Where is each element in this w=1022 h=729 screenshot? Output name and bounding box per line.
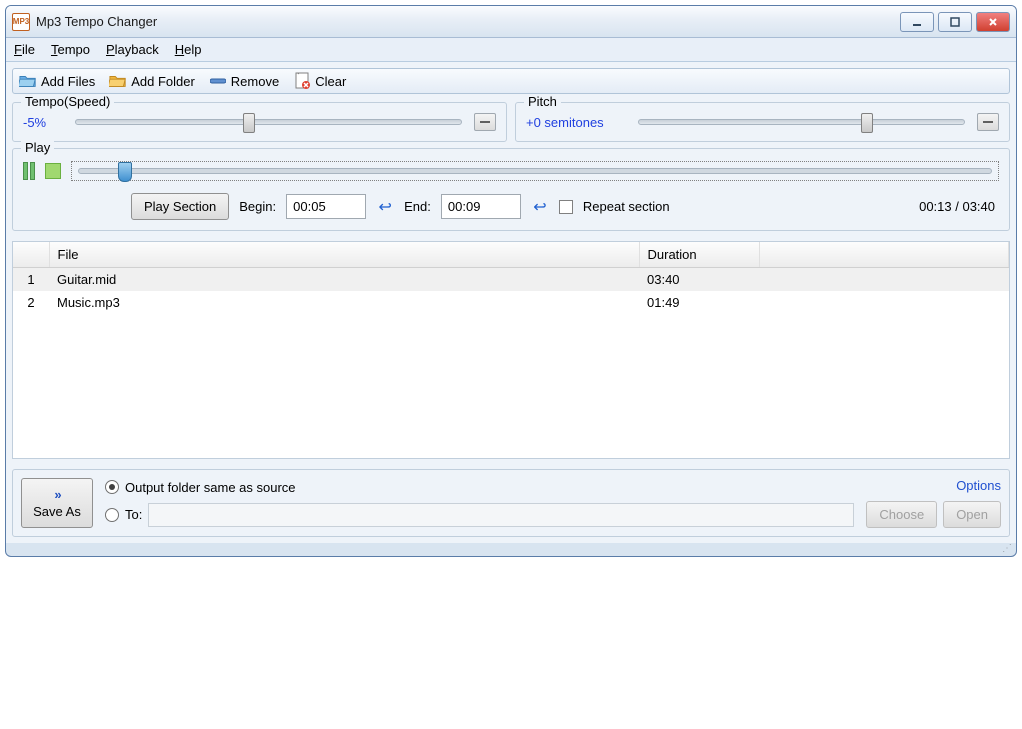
tempo-panel: Tempo(Speed) -5% <box>12 102 507 142</box>
clear-button[interactable]: Clear <box>293 73 346 89</box>
pitch-slider[interactable] <box>638 119 965 125</box>
begin-input[interactable] <box>286 194 366 219</box>
table-row[interactable]: 2Music.mp301:49 <box>13 291 1009 314</box>
toolbar: Add Files Add Folder Remove Clear <box>12 68 1010 94</box>
end-input[interactable] <box>441 194 521 219</box>
end-set-icon[interactable]: ↩ <box>531 197 549 217</box>
tempo-slider-thumb[interactable] <box>243 113 255 133</box>
output-to-label: To: <box>125 507 142 522</box>
maximize-button[interactable] <box>938 12 972 32</box>
tempo-legend: Tempo(Speed) <box>21 94 114 109</box>
row-num: 2 <box>13 291 49 314</box>
folder-icon <box>109 73 127 89</box>
save-as-label: Save As <box>33 504 81 519</box>
footer-panel: » Save As Output folder same as source T… <box>12 469 1010 537</box>
row-num: 1 <box>13 268 49 292</box>
remove-button[interactable]: Remove <box>209 73 279 89</box>
choose-button[interactable]: Choose <box>866 501 937 528</box>
open-button[interactable]: Open <box>943 501 1001 528</box>
add-folder-button[interactable]: Add Folder <box>109 73 195 89</box>
col-num-header[interactable] <box>13 242 49 268</box>
row-file: Music.mp3 <box>49 291 639 314</box>
menu-playback[interactable]: Playback <box>106 42 159 57</box>
minimize-button[interactable] <box>900 12 934 32</box>
time-display: 00:13 / 03:40 <box>919 199 999 214</box>
pitch-panel: Pitch +0 semitones <box>515 102 1010 142</box>
file-list: File Duration 1Guitar.mid03:402Music.mp3… <box>12 241 1010 459</box>
tempo-slider[interactable] <box>75 119 462 125</box>
begin-label: Begin: <box>239 199 276 214</box>
menu-help[interactable]: Help <box>175 42 202 57</box>
options-link[interactable]: Options <box>956 478 1001 493</box>
resize-grip[interactable]: ⋰ <box>6 543 1016 556</box>
progress-thumb[interactable] <box>118 162 132 182</box>
output-path-input[interactable] <box>148 503 854 527</box>
clear-icon <box>293 73 311 89</box>
row-duration: 03:40 <box>639 268 759 292</box>
menu-file[interactable]: File <box>14 42 35 57</box>
menubar: File Tempo Playback Help <box>6 38 1016 62</box>
tempo-value: -5% <box>23 115 63 130</box>
minus-icon <box>209 73 227 89</box>
tempo-reset-button[interactable] <box>474 113 496 131</box>
save-chevron-icon: » <box>54 487 59 502</box>
add-folder-label: Add Folder <box>131 74 195 89</box>
pitch-legend: Pitch <box>524 94 561 109</box>
add-files-button[interactable]: Add Files <box>19 73 95 89</box>
table-row[interactable]: 1Guitar.mid03:40 <box>13 268 1009 292</box>
app-window: MP3 Mp3 Tempo Changer File Tempo Playbac… <box>5 5 1017 557</box>
repeat-label: Repeat section <box>583 199 670 214</box>
save-as-button[interactable]: » Save As <box>21 478 93 528</box>
folder-open-icon <box>19 73 37 89</box>
end-label: End: <box>404 199 431 214</box>
row-file: Guitar.mid <box>49 268 639 292</box>
titlebar[interactable]: MP3 Mp3 Tempo Changer <box>6 6 1016 38</box>
progress-slider[interactable] <box>78 168 992 174</box>
begin-set-icon[interactable]: ↩ <box>376 197 394 217</box>
pitch-slider-thumb[interactable] <box>861 113 873 133</box>
stop-button[interactable] <box>45 163 61 179</box>
close-button[interactable] <box>976 12 1010 32</box>
app-icon: MP3 <box>12 13 30 31</box>
output-to-radio[interactable] <box>105 508 119 522</box>
play-section-button[interactable]: Play Section <box>131 193 229 220</box>
output-same-radio[interactable] <box>105 480 119 494</box>
pause-button[interactable] <box>23 162 35 180</box>
pitch-reset-button[interactable] <box>977 113 999 131</box>
clear-label: Clear <box>315 74 346 89</box>
menu-tempo[interactable]: Tempo <box>51 42 90 57</box>
col-duration-header[interactable]: Duration <box>639 242 759 268</box>
repeat-checkbox[interactable] <box>559 200 573 214</box>
play-legend: Play <box>21 140 54 155</box>
row-duration: 01:49 <box>639 291 759 314</box>
col-spacer <box>759 242 1009 268</box>
remove-label: Remove <box>231 74 279 89</box>
col-file-header[interactable]: File <box>49 242 639 268</box>
pitch-value: +0 semitones <box>526 115 626 130</box>
output-same-label: Output folder same as source <box>125 480 296 495</box>
play-panel: Play Play Section Begin: ↩ End: ↩ <box>12 148 1010 231</box>
progress-area <box>71 161 999 181</box>
add-files-label: Add Files <box>41 74 95 89</box>
window-title: Mp3 Tempo Changer <box>36 14 900 29</box>
